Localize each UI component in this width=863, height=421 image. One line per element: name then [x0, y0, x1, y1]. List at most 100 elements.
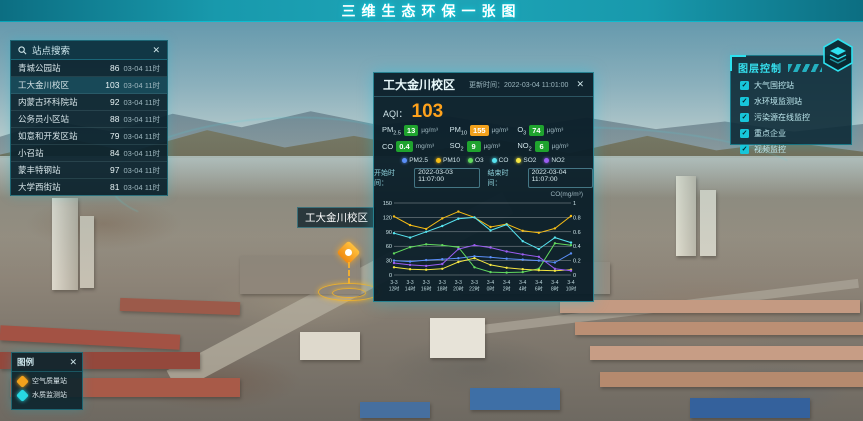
- chart-point: [570, 244, 572, 246]
- chart-point: [489, 271, 491, 273]
- chart-point: [489, 226, 491, 228]
- layer-checkbox-item[interactable]: ✓视频监控: [731, 141, 851, 157]
- chart-legend-item[interactable]: NO2: [544, 157, 564, 164]
- chart-point: [425, 243, 427, 245]
- layer-label: 水环境监测站: [754, 96, 802, 107]
- legend-marker-icon: [16, 389, 29, 402]
- station-time: 03-04 11时: [123, 165, 160, 176]
- building-block: [80, 216, 94, 288]
- close-icon[interactable]: ✕: [152, 46, 160, 55]
- chart-point: [505, 250, 507, 252]
- station-name: 大学西街站: [18, 181, 106, 193]
- y-right-tick: 1: [573, 201, 576, 207]
- chart-legend-item[interactable]: PM10: [436, 157, 460, 164]
- station-row[interactable]: 青城公园站8603-04 11时: [11, 60, 167, 77]
- aqi-label: AQI：: [383, 107, 408, 120]
- chart-legend-item[interactable]: SO2: [516, 157, 536, 164]
- app-root: 三维生态环保一张图 工大金川校区 站点搜索 ✕ 青城公园站8603-04 11时…: [0, 0, 863, 421]
- x-tick: 3-40时: [487, 280, 495, 293]
- station-row[interactable]: 小召站8403-04 11时: [11, 145, 167, 162]
- chart-point: [457, 248, 459, 250]
- pollutant-grid: PM2.513µg/m³PM10155µg/m³O374µg/m³CO0.4mg…: [374, 123, 593, 152]
- close-icon[interactable]: ✕: [69, 358, 77, 367]
- station-row[interactable]: 如意和开发区站7903-04 11时: [11, 128, 167, 145]
- chart-point: [554, 242, 556, 244]
- checkbox-icon[interactable]: ✓: [740, 129, 749, 138]
- legend-item-label: 水质监测站: [32, 390, 67, 400]
- legend-dot-icon: [492, 158, 497, 163]
- app-header: 三维生态环保一张图: [0, 0, 863, 22]
- layer-items: ✓大气国控站✓水环境监测站✓污染源在线监控✓重点企业✓视频监控: [731, 77, 851, 157]
- chart-point: [505, 271, 507, 273]
- chart-legend-item[interactable]: CO: [492, 157, 509, 164]
- popup-header: 工大金川校区 更新时间：2022-03-04 11:01:00 ✕: [374, 73, 593, 97]
- pollutant-cell: O374 µg/m³: [517, 125, 585, 137]
- x-tick: 3-410时: [566, 280, 577, 293]
- chart-point: [570, 215, 572, 217]
- station-row[interactable]: 公务员小区站8803-04 11时: [11, 111, 167, 128]
- pollutant-label: O3: [517, 125, 526, 137]
- search-icon[interactable]: [18, 46, 27, 55]
- map-legend-panel: 图例 ✕ 空气质量站水质监测站: [11, 352, 83, 410]
- title-stripes-decoration: [788, 64, 822, 72]
- building-block: [360, 402, 430, 418]
- chart-legend-item[interactable]: PM2.5: [402, 157, 428, 164]
- station-time: 03-04 11时: [123, 114, 160, 125]
- layer-checkbox-item[interactable]: ✓污染源在线监控: [731, 109, 851, 125]
- pollutant-unit: µg/m³: [547, 127, 564, 134]
- chart-point: [457, 210, 459, 212]
- legend-dot-icon: [468, 158, 473, 163]
- x-tick: 3-314时: [405, 280, 416, 293]
- x-tick: 3-320时: [453, 280, 464, 293]
- start-time-input[interactable]: 2022-03-03 11:07:00: [414, 168, 479, 188]
- legend-item: 空气质量站: [12, 372, 82, 386]
- legend-dot-icon: [516, 158, 521, 163]
- chart-legend-item[interactable]: O3: [468, 157, 484, 164]
- chart-point: [538, 248, 540, 250]
- chart-point: [473, 244, 475, 246]
- pollutant-value-badge: 9: [467, 141, 481, 152]
- chart-point: [489, 264, 491, 266]
- close-icon[interactable]: ✕: [576, 80, 584, 89]
- station-time: 03-04 11时: [123, 80, 160, 91]
- checkbox-icon[interactable]: ✓: [740, 145, 749, 154]
- checkbox-icon[interactable]: ✓: [740, 97, 749, 106]
- pollutant-unit: µg/m³: [484, 143, 501, 150]
- layer-checkbox-item[interactable]: ✓重点企业: [731, 125, 851, 141]
- station-row[interactable]: 大学西街站8103-04 11时: [11, 179, 167, 196]
- station-value: 103: [105, 80, 119, 90]
- marker-dot-icon: [344, 248, 354, 258]
- station-map-label: 工大金川校区: [297, 207, 376, 228]
- layers-hexagon-icon[interactable]: [821, 38, 855, 72]
- pollutant-trend-chart[interactable]: 030609012015000.20.40.60.813-312时3-314时3…: [376, 198, 591, 300]
- station-row[interactable]: 内蒙古环科院站9203-04 11时: [11, 94, 167, 111]
- station-name: 青城公园站: [18, 62, 106, 74]
- layer-control-panel: 图层控制 ✓大气国控站✓水环境监测站✓污染源在线监控✓重点企业✓视频监控: [730, 55, 852, 145]
- y-right-tick: 0.2: [573, 259, 581, 265]
- checkbox-icon[interactable]: ✓: [740, 113, 749, 122]
- x-tick: 3-48时: [551, 280, 559, 293]
- pollutant-label: PM10: [450, 125, 467, 137]
- chart-point: [425, 259, 427, 261]
- legend-item: 水质监测站: [12, 386, 82, 400]
- layer-checkbox-item[interactable]: ✓大气国控站: [731, 77, 851, 93]
- building-block: [590, 346, 863, 360]
- pollutant-unit: mg/m³: [416, 143, 434, 150]
- end-time-input[interactable]: 2022-03-04 11:07:00: [528, 168, 593, 188]
- pollutant-label: SO2: [450, 141, 464, 153]
- marker-drop-line: [348, 262, 350, 284]
- chart-point: [457, 261, 459, 263]
- pollutant-label: NO2: [517, 141, 531, 153]
- station-row[interactable]: 工大金川校区10303-04 11时: [11, 77, 167, 94]
- checkbox-icon[interactable]: ✓: [740, 81, 749, 90]
- x-tick: 3-46时: [535, 280, 543, 293]
- station-row[interactable]: 蒙丰特钢站9703-04 11时: [11, 162, 167, 179]
- right-axis-unit-label: CO(mg/m³): [374, 188, 593, 198]
- chart-point: [393, 266, 395, 268]
- marker-halo-ring: [332, 288, 366, 298]
- pollutant-value-badge: 74: [529, 125, 543, 136]
- station-value: 88: [110, 114, 119, 124]
- station-time: 03-04 11时: [123, 131, 160, 142]
- layer-checkbox-item[interactable]: ✓ 水环境监测站: [731, 93, 851, 109]
- building-block: [676, 176, 696, 256]
